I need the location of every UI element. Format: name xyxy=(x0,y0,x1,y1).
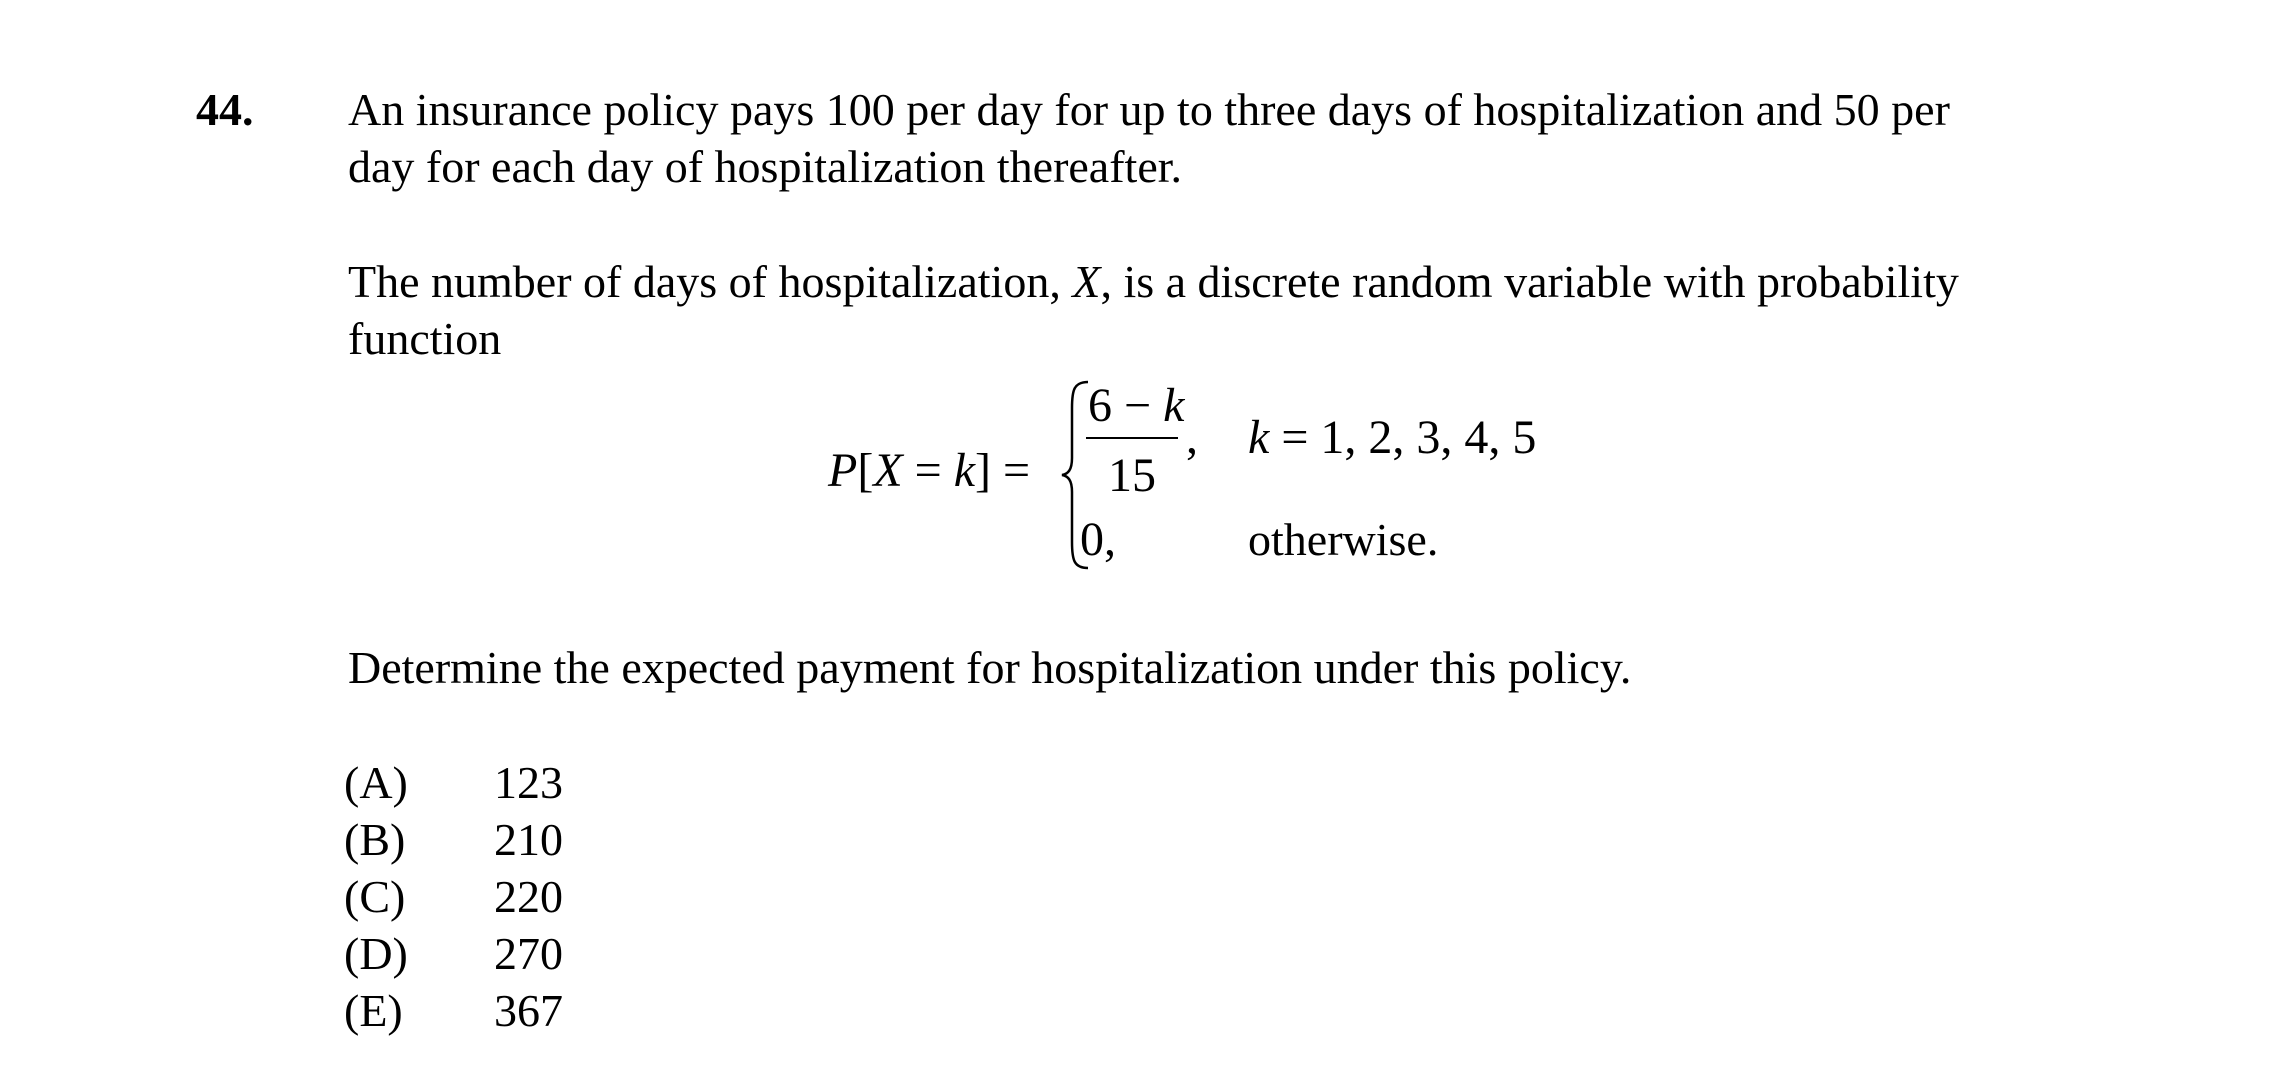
numerator-prefix: 6 − xyxy=(1088,379,1164,432)
fraction-bar xyxy=(1086,437,1178,439)
numerator-k: k xyxy=(1163,379,1185,432)
choice-letter-a: (A) xyxy=(344,757,408,808)
case1-condition: k = 1, 2, 3, 4, 5 xyxy=(1248,410,1536,466)
distribution-intro-line-2: function xyxy=(348,313,502,364)
formula-eq: = xyxy=(902,444,954,497)
choice-letter-d: (D) xyxy=(344,928,408,979)
choice-value-e: 367 xyxy=(494,985,563,1036)
intro-suffix: , is a discrete random variable with pro… xyxy=(1100,256,1959,307)
formula-eq2: = xyxy=(991,444,1031,497)
fraction-numerator: 6 − k xyxy=(1088,378,1184,434)
intro-variable: X xyxy=(1072,256,1101,307)
choice-value-b: 210 xyxy=(494,814,563,865)
page: { "problem": { "number": "44.", "stem_li… xyxy=(0,0,2282,1068)
choice-letter-b: (B) xyxy=(344,814,406,865)
question-number: 44. xyxy=(196,84,254,135)
problem-stem-line-1: An insurance policy pays 100 per day for… xyxy=(348,84,1950,135)
case1-comma: , xyxy=(1186,411,1198,464)
case2-value: 0, xyxy=(1080,513,1116,566)
formula-lhs: P[X = k] = xyxy=(828,443,1030,499)
formula-bracket-close: ] xyxy=(975,444,992,497)
formula-k: k xyxy=(953,444,976,497)
choice-value-a: 123 xyxy=(494,757,563,808)
choice-value-d: 270 xyxy=(494,928,563,979)
case2-condition: otherwise. xyxy=(1248,514,1439,565)
choice-letter-e: (E) xyxy=(344,985,403,1036)
fraction-denominator: 15 xyxy=(1108,449,1156,502)
choice-letter-c: (C) xyxy=(344,871,406,922)
case1-values: = 1, 2, 3, 4, 5 xyxy=(1269,411,1537,464)
case1-k: k xyxy=(1248,411,1270,464)
intro-prefix: The number of days of hospitalization, xyxy=(348,256,1073,307)
formula-p: P xyxy=(828,444,858,497)
question-prompt: Determine the expected payment for hospi… xyxy=(348,642,1632,693)
formula-x: X xyxy=(873,444,903,497)
choice-value-c: 220 xyxy=(494,871,563,922)
problem-stem-line-2: day for each day of hospitalization ther… xyxy=(348,141,1183,192)
distribution-intro-line-1: The number of days of hospitalization, X… xyxy=(348,254,1959,310)
formula-bracket-open: [ xyxy=(857,444,874,497)
